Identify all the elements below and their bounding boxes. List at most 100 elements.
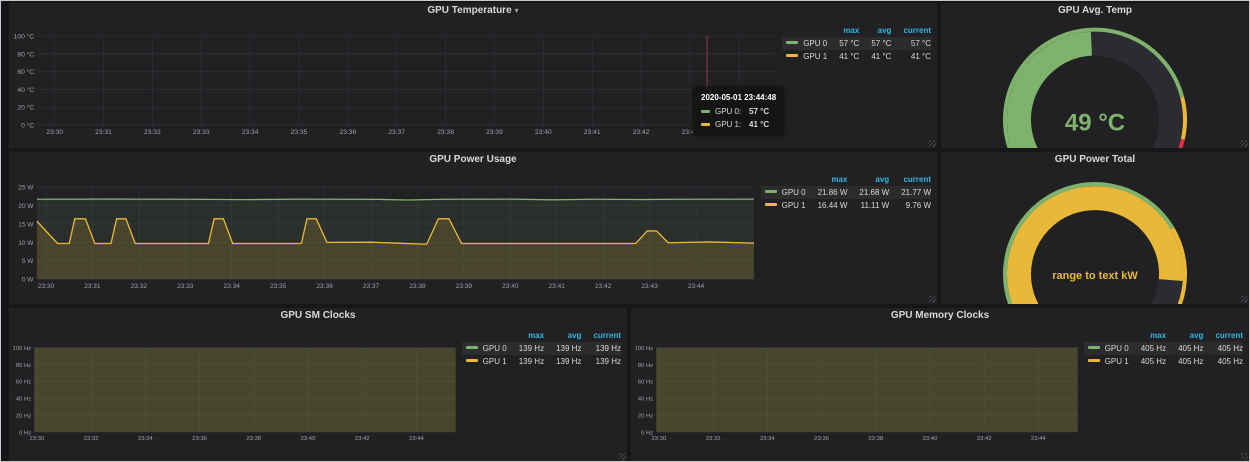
gpu-memory-clocks-title[interactable]: GPU Memory Clocks	[631, 308, 1249, 324]
panel-gpu-sm-clocks: GPU SM Clocks 0 Hz20 Hz40 Hz60 Hz80 Hz10…	[9, 308, 627, 461]
legend-series-toggle[interactable]: GPU 0	[761, 186, 806, 199]
legend-value: 405 Hz	[1203, 342, 1243, 355]
gpu-sm-clocks-title[interactable]: GPU SM Clocks	[9, 308, 627, 324]
legend-sort-header[interactable]: max	[507, 329, 544, 342]
legend-series-toggle[interactable]: GPU 1	[1084, 355, 1129, 368]
tooltip-series-value: 57 °C	[749, 106, 769, 118]
legend-sort-header[interactable]: max	[827, 24, 859, 37]
tooltip-series-name: GPU 1:	[715, 119, 745, 131]
legend-row: GPU 116.44 W11.11 W9.76 W	[761, 199, 931, 212]
series-color-dash	[1088, 359, 1100, 362]
legend-value: 405 Hz	[1166, 355, 1203, 368]
svg-text:0 W: 0 W	[22, 277, 34, 284]
panel-title-text: GPU Power Total	[1055, 154, 1135, 165]
tooltip-series-name: GPU 0:	[715, 106, 745, 118]
legend-value: 405 Hz	[1166, 342, 1203, 355]
graph-tooltip: 2020-05-01 23:44:48 GPU 0: 57 °C GPU 1: 41 …	[693, 87, 784, 136]
svg-text:40 Hz: 40 Hz	[16, 397, 31, 403]
legend-series-toggle[interactable]: GPU 0	[462, 342, 507, 355]
legend-row: GPU 0139 Hz139 Hz139 Hz	[462, 342, 621, 355]
legend-sort-header[interactable]: current	[889, 173, 931, 186]
svg-text:23:41: 23:41	[584, 129, 601, 136]
svg-text:100 Hz: 100 Hz	[12, 346, 31, 352]
svg-text:23:30: 23:30	[651, 436, 666, 442]
panel-resize-handle[interactable]	[929, 140, 936, 147]
legend-value: 21.86 W	[806, 186, 848, 199]
svg-text:23:35: 23:35	[291, 129, 308, 136]
legend-series-toggle[interactable]: GPU 0	[1084, 342, 1129, 355]
gpu-power-total-title[interactable]: GPU Power Total	[941, 152, 1249, 168]
gpu-temperature-title[interactable]: GPU Temperature▾	[9, 3, 937, 19]
svg-text:23:35: 23:35	[270, 283, 287, 290]
tooltip-timestamp: 2020-05-01 23:44:48	[701, 92, 776, 104]
gpu-power-usage-graph[interactable]: 0 W5 W10 W15 W20 W25 W23:3023:3123:3223:…	[9, 168, 761, 304]
panel-resize-handle[interactable]	[929, 296, 936, 303]
legend-value: 41 °C	[859, 50, 891, 63]
svg-text:23:36: 23:36	[192, 436, 207, 442]
legend-value: 405 Hz	[1129, 355, 1166, 368]
series-color-dash	[765, 190, 777, 193]
svg-text:20 W: 20 W	[18, 203, 34, 210]
panel-resize-handle[interactable]	[1241, 140, 1248, 147]
svg-text:23:36: 23:36	[814, 436, 829, 442]
svg-text:5 W: 5 W	[22, 258, 34, 265]
legend-row: GPU 141 °C41 °C41 °C	[782, 50, 931, 63]
svg-text:23:40: 23:40	[502, 283, 519, 290]
panel-resize-handle[interactable]	[619, 453, 626, 460]
legend-sort-header[interactable]: current	[891, 24, 931, 37]
svg-text:23:32: 23:32	[144, 129, 161, 136]
gpu-avg-temp-gauge: 49 °C	[941, 19, 1249, 148]
svg-text:10 W: 10 W	[18, 240, 34, 247]
gpu-power-total-gauge: range to text kW	[941, 168, 1249, 304]
legend-series-toggle[interactable]: GPU 1	[782, 50, 827, 63]
legend-sort-header[interactable]: max	[1129, 329, 1166, 342]
legend-series-toggle[interactable]: GPU 1	[761, 199, 806, 212]
panel-gpu-avg-temp: GPU Avg. Temp 49 °C	[941, 3, 1249, 148]
svg-text:23:42: 23:42	[633, 129, 650, 136]
legend-sort-header[interactable]: max	[806, 173, 848, 186]
panel-gpu-temperature: GPU Temperature▾ 0 °C20 °C40 °C60 °C80 °…	[9, 3, 937, 148]
legend-row: GPU 021.86 W21.68 W21.77 W	[761, 186, 931, 199]
svg-text:23:41: 23:41	[549, 283, 566, 290]
gauge-value-text: range to text kW	[1052, 270, 1138, 282]
gpu-power-usage-title[interactable]: GPU Power Usage	[9, 152, 937, 168]
tooltip-series-value: 41 °C	[749, 119, 769, 131]
svg-text:0 Hz: 0 Hz	[19, 430, 31, 436]
svg-text:23:38: 23:38	[868, 436, 883, 442]
legend-value: 41 °C	[891, 50, 931, 63]
legend-sort-header[interactable]: avg	[847, 173, 889, 186]
svg-text:100 °C: 100 °C	[14, 33, 35, 41]
gpu-avg-temp-title[interactable]: GPU Avg. Temp	[941, 3, 1249, 19]
svg-text:23:33: 23:33	[177, 283, 194, 290]
svg-text:23:34: 23:34	[138, 436, 153, 442]
svg-text:23:33: 23:33	[193, 129, 210, 136]
legend-sort-header[interactable]: avg	[859, 24, 891, 37]
svg-text:15 W: 15 W	[18, 221, 34, 228]
panel-resize-handle[interactable]	[1241, 296, 1248, 303]
legend-series-toggle[interactable]: GPU 0	[782, 37, 827, 50]
svg-text:23:38: 23:38	[409, 283, 426, 290]
svg-text:80 Hz: 80 Hz	[638, 363, 653, 369]
gpu-memory-clocks-graph[interactable]: 0 Hz20 Hz40 Hz60 Hz80 Hz100 Hz23:3023:32…	[631, 324, 1084, 461]
legend-sort-header[interactable]: current	[581, 329, 621, 342]
svg-text:20 °C: 20 °C	[17, 104, 34, 112]
legend-sort-header[interactable]: avg	[1166, 329, 1203, 342]
gpu-temperature-graph[interactable]: 0 °C20 °C40 °C60 °C80 °C100 °C23:3023:31…	[9, 19, 782, 148]
panel-resize-handle[interactable]	[1241, 453, 1248, 460]
legend-sort-header[interactable]: current	[1203, 329, 1243, 342]
svg-text:23:30: 23:30	[46, 129, 63, 136]
gpu-sm-clocks-graph[interactable]: 0 Hz20 Hz40 Hz60 Hz80 Hz100 Hz23:3023:32…	[9, 324, 462, 461]
svg-text:23:37: 23:37	[363, 283, 380, 290]
legend-series-toggle[interactable]: GPU 1	[462, 355, 507, 368]
legend-value: 57 °C	[891, 37, 931, 50]
series-color-dash	[786, 41, 798, 44]
tooltip-row: GPU 1: 41 °C	[701, 119, 776, 131]
svg-text:20 Hz: 20 Hz	[638, 413, 653, 419]
legend-row: GPU 1405 Hz405 Hz405 Hz	[1084, 355, 1243, 368]
svg-text:40 °C: 40 °C	[17, 86, 34, 94]
legend-sort-header[interactable]: avg	[544, 329, 581, 342]
legend-spacer	[462, 329, 507, 342]
legend-table: maxavgcurrentGPU 0405 Hz405 Hz405 HzGPU …	[1084, 329, 1243, 368]
legend-value: 9.76 W	[889, 199, 931, 212]
legend-value: 139 Hz	[507, 342, 544, 355]
